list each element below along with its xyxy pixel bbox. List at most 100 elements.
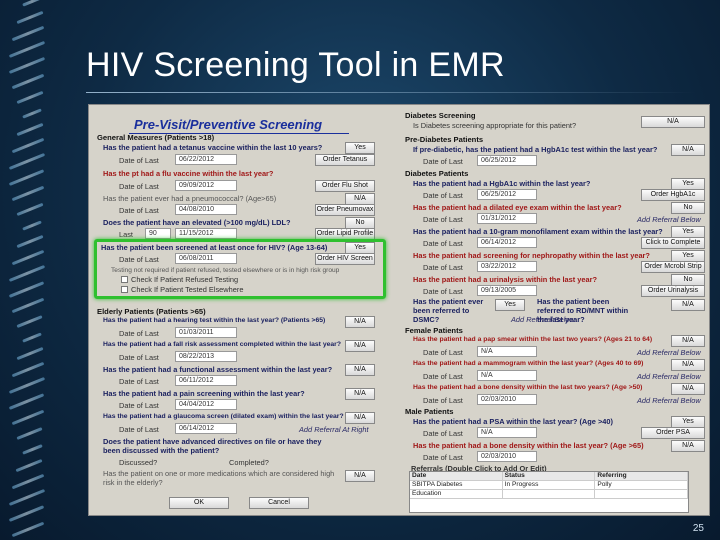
date-of-last-label: Date of Last [423,191,463,200]
date-of-last-label: Date of Last [119,353,159,362]
a1c-date-field[interactable]: 06/25/2012 [477,189,537,200]
nephropathy-question: Has the patient had screening for nephro… [413,251,650,260]
psa-question: Has the patient had a PSA within the las… [413,417,613,426]
flu-date-field[interactable]: 09/09/2012 [175,180,237,191]
tetanus-date-field[interactable]: 06/22/2012 [175,154,237,165]
date-of-last-label: Date of Last [423,157,463,166]
helix-rung [21,220,42,231]
functional-answer[interactable]: N/A [345,364,375,376]
helix-rung [15,458,44,473]
mammogram-date-field[interactable]: N/A [477,370,537,381]
female-bone-density-answer[interactable]: N/A [671,383,705,395]
order-urinalysis-button[interactable]: Order Urinalysis [641,285,705,297]
table-row[interactable]: SBITPA Diabetes In Progress Polly [410,481,689,490]
eye-exam-date-field[interactable]: 01/31/2012 [477,213,537,224]
referrals-grid[interactable]: Date Status Referring SBITPA Diabetes In… [409,471,689,513]
date-of-last-label: Date of Last [423,239,463,248]
referrals-header-row: Date Status Referring [410,472,689,481]
order-psa-button[interactable]: Order PSA [641,427,705,439]
helix-rung [9,393,46,410]
add-referral-below-link[interactable]: Add Referral Below [637,215,701,224]
order-hgba1c-button[interactable]: Order HgbA1c [641,189,705,201]
date-of-last-label: Date of Last [119,377,159,386]
add-referral-below-link[interactable]: Add Referral Below [637,348,701,357]
ldl-date-field[interactable]: 11/15/2012 [175,228,237,239]
tested-elsewhere-label: Check If Patient Tested Elsewhere [131,285,244,294]
hearing-date-field[interactable]: 01/03/2011 [175,327,237,338]
date-of-last-label: Date of Last [423,215,463,224]
helix-rung [16,346,44,361]
pap-answer[interactable]: N/A [671,335,705,347]
date-of-last-label: Date of Last [423,453,463,462]
order-hiv-screen-button[interactable]: Order HIV Screen [315,253,375,265]
rd-mnt-answer[interactable]: N/A [671,299,705,311]
add-referral-below-link[interactable]: Add Referral Below [637,396,701,405]
date-of-last-label: Date of Last [423,287,463,296]
tetanus-answer[interactable]: Yes [345,142,375,154]
cancel-button[interactable]: Cancel [249,497,309,509]
glaucoma-question: Has the patient had a glaucoma screen (d… [103,413,344,420]
monofilament-date-field[interactable]: 06/14/2012 [477,237,537,248]
eye-exam-answer[interactable]: No [671,202,705,214]
order-pneumovax-button[interactable]: Order Pneumovax [315,204,375,216]
prediabetes-date-field[interactable]: 06/25/2012 [477,155,537,166]
prediabetes-answer[interactable]: N/A [671,144,705,156]
ldl-value-field[interactable]: 90 [145,228,171,239]
mammogram-answer[interactable]: N/A [671,359,705,371]
table-cell: SBITPA Diabetes [410,481,503,489]
ldl-question: Does the patient have an elevated (>100 … [103,218,291,227]
tested-elsewhere-checkbox[interactable] [121,286,128,293]
order-tetanus-button[interactable]: Order Tetanus [315,154,375,166]
eye-exam-question: Has the patient had a dilated eye exam w… [413,203,622,212]
panel-title: Pre-Visit/Preventive Screening [134,117,323,132]
helix-rung [16,90,44,105]
add-referral-right-link[interactable]: Add Referral At Right [299,425,369,434]
helix-rung [21,332,42,343]
diabetes-screening-answer[interactable]: N/A [641,116,705,128]
urinalysis-question: Has the patient had a urinalysis within … [413,275,597,284]
date-of-last-label: Date of Last [119,425,159,434]
helix-rung [11,185,45,202]
functional-question: Has the patient had a functional assessm… [103,365,333,374]
add-referral-below-link[interactable]: Add Referral Below [637,372,701,381]
helix-rung [22,0,42,7]
pap-date-field[interactable]: N/A [477,346,537,357]
high-risk-meds-answer[interactable]: N/A [345,470,375,482]
monofilament-question: Has the patient had a 10-gram monofilame… [413,227,663,236]
hiv-date-field[interactable]: 06/08/2011 [175,253,237,264]
helix-rung [11,361,45,378]
fall-risk-answer[interactable]: N/A [345,340,375,352]
order-microalb-strip-button[interactable]: Order Mcrobl Strip [641,261,705,273]
table-cell [595,490,689,498]
nephropathy-date-field[interactable]: 03/22/2012 [477,261,537,272]
urinalysis-date-field[interactable]: 09/13/2005 [477,285,537,296]
glaucoma-date-field[interactable]: 06/14/2012 [175,423,237,434]
pain-answer[interactable]: N/A [345,388,375,400]
date-of-last-label: Date of Last [423,263,463,272]
helix-rung [9,169,46,186]
helix-rung [21,444,42,455]
pneumococcal-date-field[interactable]: 04/08/2010 [175,204,237,215]
dsmc-answer[interactable]: Yes [495,299,525,311]
click-to-complete-button[interactable]: Click to Complete [641,237,705,249]
male-bone-density-answer[interactable]: N/A [671,440,705,452]
refused-checkbox[interactable] [121,276,128,283]
fall-risk-date-field[interactable]: 08/22/2013 [175,351,237,362]
helix-rung [9,489,46,506]
male-bone-density-date-field[interactable]: 02/03/2010 [477,451,537,462]
functional-date-field[interactable]: 06/11/2012 [175,375,237,386]
pain-date-field[interactable]: 04/04/2012 [175,399,237,410]
hearing-answer[interactable]: N/A [345,316,375,328]
helix-rung [9,41,46,58]
ok-button[interactable]: OK [169,497,229,509]
table-row[interactable]: Education [410,490,689,499]
diabetes-patients-header: Diabetes Patients [405,169,469,178]
dna-helix-decoration [0,0,70,540]
advance-directives-question: Does the patient have advanced directive… [103,437,322,455]
add-referral-below-link[interactable]: Add Referral Below [511,315,575,324]
glaucoma-answer[interactable]: N/A [345,412,375,424]
order-flu-button[interactable]: Order Flu Shot [315,180,375,192]
helix-rung [16,202,44,217]
psa-date-field[interactable]: N/A [477,427,537,438]
female-bone-density-date-field[interactable]: 02/03/2010 [477,394,537,405]
